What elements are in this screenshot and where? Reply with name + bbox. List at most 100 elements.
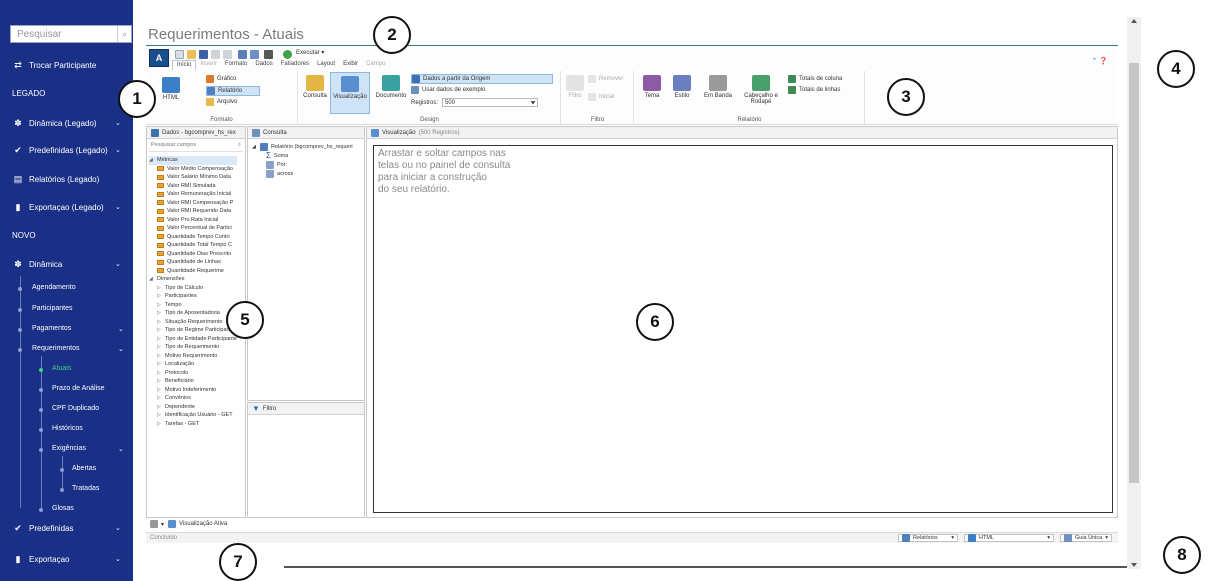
sidebar-item-dinamica-legado[interactable]: ✽ Dinâmica (Legado) ⌄ xyxy=(0,113,133,133)
preview-icon[interactable] xyxy=(238,50,247,59)
scroll-thumb[interactable] xyxy=(1129,63,1139,483)
tab-fatiadores[interactable]: Fatiadores xyxy=(277,60,313,70)
sidebar-item-glosas[interactable]: Glosas xyxy=(52,505,74,512)
list-item[interactable]: Valor Salário Mínimo Data xyxy=(149,173,237,182)
registros-select[interactable]: 500 xyxy=(442,98,539,107)
run-icon[interactable] xyxy=(283,50,292,59)
list-item[interactable]: ▷ Protocolo xyxy=(149,369,237,378)
list-item[interactable]: ▷ Localização xyxy=(149,360,237,369)
app-menu-button[interactable]: A xyxy=(149,49,169,67)
em-banda-button[interactable]: Em Banda xyxy=(703,75,733,99)
scroll-up-icon[interactable] xyxy=(1131,19,1137,23)
view-menu-icon[interactable] xyxy=(150,520,158,528)
list-item[interactable]: Valor RMI Requerido Data xyxy=(149,207,237,216)
print-icon[interactable] xyxy=(250,50,259,59)
sidebar-item-cpf-duplicado[interactable]: CPF Duplicado xyxy=(52,405,99,412)
visualization-canvas[interactable]: Arrastar e soltar campos nas telas ou no… xyxy=(373,145,1113,513)
sidebar-item-abertas[interactable]: Abertas xyxy=(72,465,96,472)
sidebar-item-historicos[interactable]: Históricos xyxy=(52,425,83,432)
usar-exemplo-button[interactable]: Usar dados de exemplo xyxy=(411,86,485,94)
sidebar-item-exportacao-legado[interactable]: ▮ Exportaçao (Legado) ⌄ xyxy=(0,197,133,217)
sidebar-item-agendamento[interactable]: Agendamento xyxy=(32,284,76,291)
sidebar-item-exigencias[interactable]: Exigências xyxy=(52,445,86,452)
iniciar-button[interactable]: Iniciar xyxy=(588,93,615,101)
list-item[interactable]: Quantidade Total Tempo C xyxy=(149,241,237,250)
sidebar-item-tratadas[interactable]: Tratadas xyxy=(72,485,99,492)
sidebar-item-atuais[interactable]: Atuais xyxy=(52,365,71,372)
sidebar-item-pagamentos[interactable]: Pagamentos xyxy=(32,325,71,332)
across-node[interactable]: across xyxy=(252,169,353,178)
list-item[interactable]: Valor Remuneração Inicial xyxy=(149,190,237,199)
query-root-node[interactable]: ◢ Relatório (bgcomprev_hs_requeri xyxy=(252,142,353,151)
list-item[interactable]: ▷ Beneficiário xyxy=(149,377,237,386)
totais-linhas-button[interactable]: Totais de linhas xyxy=(788,86,840,94)
page-scrollbar[interactable] xyxy=(1127,17,1141,569)
tab-formato[interactable]: Formato xyxy=(221,60,251,70)
redo-icon[interactable] xyxy=(223,50,232,59)
tema-button[interactable]: Tema xyxy=(641,75,663,99)
tab-inicio[interactable]: Início xyxy=(172,60,197,70)
arquivo-button[interactable]: Arquivo xyxy=(206,98,237,106)
tab-dados[interactable]: Dados xyxy=(251,60,276,70)
list-item[interactable]: ▷ Identificação Usuário - GET xyxy=(149,411,237,420)
consulta-button[interactable]: Consulta xyxy=(301,75,329,99)
sidebar-item-dinamica[interactable]: ✽ Dinâmica ⌄ xyxy=(0,254,133,274)
list-item[interactable]: ▷ Motivo Requerimento xyxy=(149,352,237,361)
relatorio-format-button[interactable]: Relatório xyxy=(206,86,260,96)
list-item[interactable]: ▷ Convênios xyxy=(149,394,237,403)
sidebar-item-trocar-participante[interactable]: ⇄ Trocar Participante xyxy=(0,55,133,75)
list-item[interactable]: ▷ Tempo xyxy=(149,301,237,310)
help-icon[interactable]: ⌃ ❓ xyxy=(1091,57,1108,65)
remover-button[interactable]: Remover xyxy=(588,75,623,83)
list-item[interactable]: Valor RMI Simulada xyxy=(149,182,237,191)
list-item[interactable]: ▷ Tarefas - GET xyxy=(149,420,237,429)
grid-icon[interactable] xyxy=(264,50,273,59)
tab-layout[interactable]: Layout xyxy=(313,60,339,70)
sidebar-item-requerimentos[interactable]: Requerimentos xyxy=(32,345,79,352)
sidebar-item-participantes[interactable]: Participantes xyxy=(32,305,72,312)
scroll-down-icon[interactable] xyxy=(1131,563,1137,567)
dados-origem-button[interactable]: Dados a partir da Origem xyxy=(411,74,553,84)
list-item[interactable]: ▷ Tipo de Requerimento xyxy=(149,343,237,352)
filtro-button[interactable]: Filtro xyxy=(564,75,586,99)
open-icon[interactable] xyxy=(187,50,196,59)
sidebar-search-input[interactable]: Pesquisar ⌕ xyxy=(10,25,132,43)
list-item[interactable]: ▷ Tipo de Cálculo xyxy=(149,284,237,293)
sidebar-item-predefinidas[interactable]: ✔ Predefinidas ⌄ xyxy=(0,518,133,538)
list-item[interactable]: Valor Médio Compensação xyxy=(149,165,237,174)
soma-node[interactable]: Σ Soma xyxy=(252,151,353,160)
tab-inserir[interactable]: Inserir xyxy=(196,60,221,70)
cabecalho-rodape-button[interactable]: Cabeçalho e Rodapé xyxy=(739,75,783,105)
new-icon[interactable] xyxy=(175,50,184,59)
list-item[interactable]: Valor RMI Compensação P xyxy=(149,199,237,208)
dimensoes-node[interactable]: ◢ Dimensões xyxy=(149,275,237,284)
html-button[interactable]: HTML xyxy=(160,77,182,101)
documento-button[interactable]: Documento xyxy=(374,75,408,99)
undo-icon[interactable] xyxy=(211,50,220,59)
tab-campo[interactable]: Campo xyxy=(362,60,389,70)
guia-unica-select[interactable]: Guia Única ▾ xyxy=(1060,534,1112,542)
list-item[interactable]: ▷ Tipo de Aposentadoria xyxy=(149,309,237,318)
metricas-node[interactable]: ◢ Métricas xyxy=(149,156,237,165)
list-item[interactable]: Quantidade Dias Prescrito xyxy=(149,250,237,259)
dropdown-arrow-icon[interactable]: ▾ xyxy=(161,521,164,528)
list-item[interactable]: ▷ Tipo de Entidade Participante xyxy=(149,335,237,344)
estilo-button[interactable]: Estilo xyxy=(671,75,693,99)
list-item[interactable]: Valor Percentual de Partici xyxy=(149,224,237,233)
sidebar-item-predefinidas-legado[interactable]: ✔ Predefinidas (Legado) ⌄ xyxy=(0,140,133,160)
tab-exibir[interactable]: Exibir xyxy=(339,60,362,70)
list-item[interactable]: ▷ Situação Requerimento xyxy=(149,318,237,327)
list-item[interactable]: ▷ Motivo Indeferimento xyxy=(149,386,237,395)
list-item[interactable]: Valor Pro Rata Inicial xyxy=(149,216,237,225)
list-item[interactable]: Quantidade de Linhas xyxy=(149,258,237,267)
list-item[interactable]: ▷ Participantes xyxy=(149,292,237,301)
relatorios-select[interactable]: Relatórios ▾ xyxy=(898,534,958,542)
active-view-tab[interactable]: Visualização Ativa xyxy=(179,521,227,527)
list-item[interactable]: Quantidade Requerime xyxy=(149,267,237,276)
totais-coluna-button[interactable]: Totais de coluna xyxy=(788,75,842,83)
list-item[interactable]: ▷ Dependente xyxy=(149,403,237,412)
grafico-button[interactable]: Gráfico xyxy=(206,75,236,83)
save-icon[interactable] xyxy=(199,50,208,59)
visualizacao-button[interactable]: Visualização xyxy=(330,72,370,114)
sidebar-item-relatorios-legado[interactable]: ▤ Relatórios (Legado) xyxy=(0,169,133,189)
